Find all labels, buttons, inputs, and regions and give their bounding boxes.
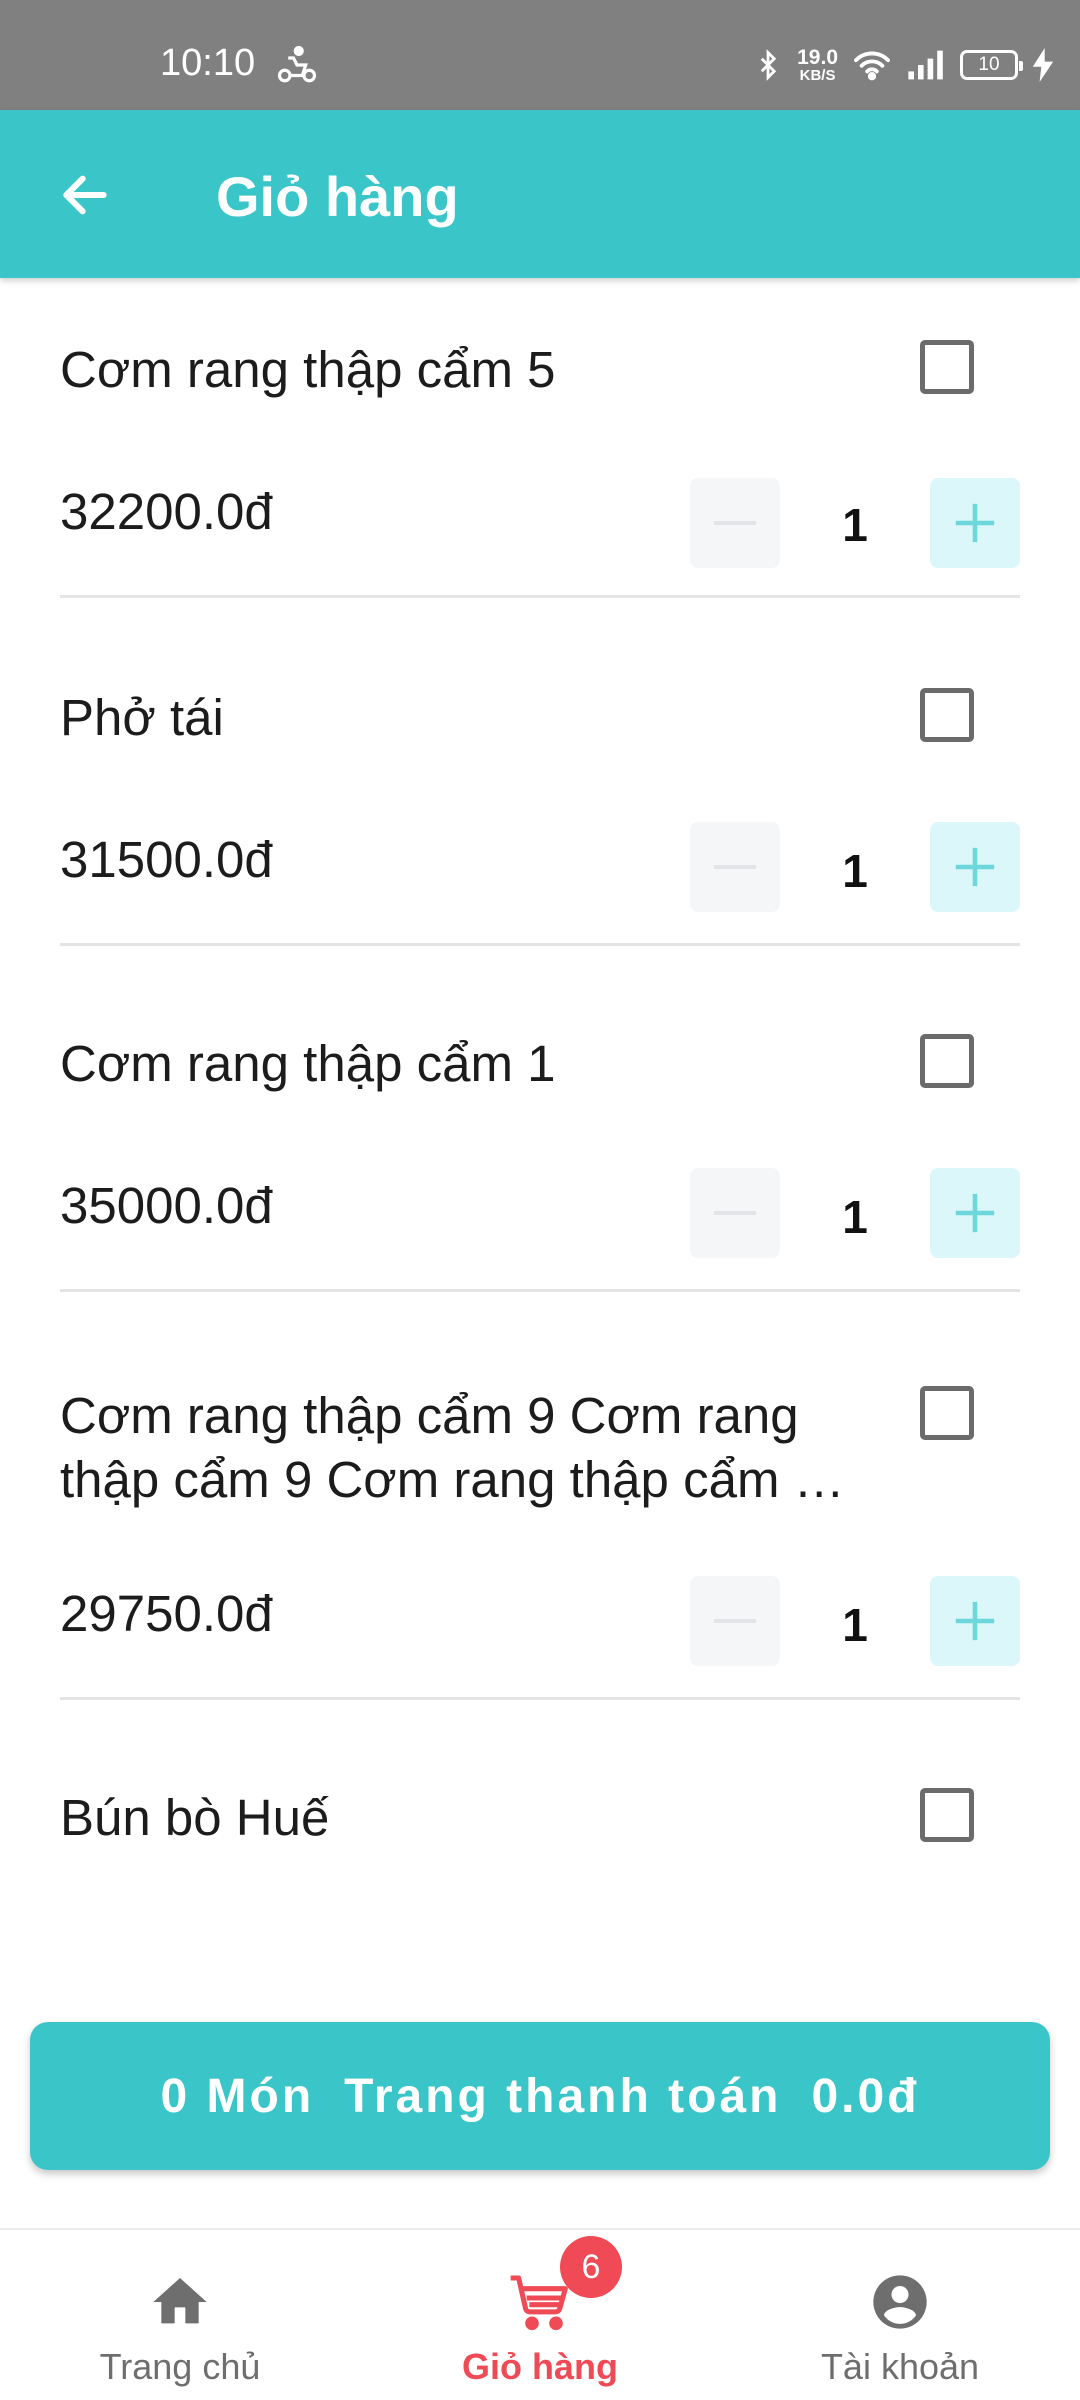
quantity-value: 1 bbox=[842, 1191, 868, 1243]
cart-item-name: Cơm rang thập cẩm 5 bbox=[60, 341, 556, 398]
minus-icon bbox=[714, 521, 756, 525]
increase-quantity-button[interactable] bbox=[930, 478, 1020, 568]
cart-item-price: 29750.0đ bbox=[60, 1585, 273, 1642]
checkout-button[interactable]: 0 Món Trang thanh toán 0.0đ bbox=[30, 2022, 1050, 2170]
minus-icon bbox=[714, 1211, 756, 1215]
plus-icon bbox=[955, 1193, 995, 1233]
minus-icon bbox=[714, 865, 756, 869]
cart-item: Bún bò Huế bbox=[60, 1728, 1020, 1928]
checkout-action-label: Trang thanh toán bbox=[344, 2069, 782, 2123]
decrease-quantity-button[interactable] bbox=[690, 1168, 780, 1258]
plus-icon bbox=[955, 1601, 995, 1641]
charging-icon bbox=[1032, 48, 1054, 82]
cart-item-name: Cơm rang thập cẩm 1 bbox=[60, 1035, 556, 1092]
battery-icon: 10 bbox=[960, 50, 1023, 80]
nav-label: Giỏ hàng bbox=[462, 2346, 618, 2387]
checkout-total: 0.0đ bbox=[811, 2069, 920, 2123]
cart-item-name: Bún bò Huế bbox=[60, 1789, 330, 1846]
cart-item-price: 35000.0đ bbox=[60, 1177, 273, 1234]
cart-item-checkbox[interactable] bbox=[920, 1034, 974, 1088]
network-speed-unit: KB/S bbox=[799, 67, 836, 84]
app-bar: Giỏ hàng bbox=[0, 110, 1080, 278]
nav-label: Trang chủ bbox=[99, 2346, 261, 2387]
nav-item-home[interactable]: Trang chủ bbox=[0, 2230, 360, 2400]
signal-icon bbox=[908, 50, 943, 80]
cart-item-name: Phở tái bbox=[60, 689, 224, 746]
back-button[interactable] bbox=[50, 160, 120, 230]
quantity-value: 1 bbox=[842, 499, 868, 551]
nav-label: Tài khoản bbox=[820, 2346, 980, 2387]
plus-icon bbox=[955, 847, 995, 887]
cart-item: Cơm rang thập cẩm 9 Cơm rang thập cẩm 9 … bbox=[60, 1320, 1020, 1700]
cart-item-checkbox[interactable] bbox=[920, 1788, 974, 1842]
cart-item-name: Cơm rang thập cẩm 9 Cơm rang thập cẩm 9 … bbox=[60, 1387, 845, 1508]
arrow-left-icon bbox=[63, 175, 107, 215]
battery-level: 10 bbox=[978, 54, 1000, 75]
decrease-quantity-button[interactable] bbox=[690, 1576, 780, 1666]
increase-quantity-button[interactable] bbox=[930, 822, 1020, 912]
cart-item-checkbox[interactable] bbox=[920, 688, 974, 742]
status-indicators: 19.0 KB/S 10 bbox=[753, 40, 1054, 90]
wifi-icon bbox=[854, 51, 890, 81]
increase-quantity-button[interactable] bbox=[930, 1576, 1020, 1666]
cart-item: Phở tái 31500.0đ 1 bbox=[60, 628, 1020, 946]
plus-icon bbox=[955, 503, 995, 543]
bluetooth-icon bbox=[760, 49, 777, 81]
cart-item-checkbox[interactable] bbox=[920, 340, 974, 394]
status-time: 10:10 bbox=[160, 42, 256, 84]
network-speed-value: 19.0 bbox=[797, 46, 838, 69]
decrease-quantity-button[interactable] bbox=[690, 822, 780, 912]
cart-item-price: 32200.0đ bbox=[60, 483, 273, 540]
quantity-value: 1 bbox=[842, 845, 868, 897]
increase-quantity-button[interactable] bbox=[930, 1168, 1020, 1258]
nav-item-cart[interactable]: 6 Giỏ hàng bbox=[360, 2230, 720, 2400]
delivery-scooter-icon bbox=[277, 45, 317, 83]
cart-item-price: 31500.0đ bbox=[60, 831, 273, 888]
cart-item: Cơm rang thập cẩm 1 35000.0đ 1 bbox=[60, 974, 1020, 1292]
nav-item-account[interactable]: Tài khoản bbox=[720, 2230, 1080, 2400]
cart-count-badge: 6 bbox=[560, 2236, 622, 2298]
checkout-item-count: 0 Món bbox=[160, 2069, 315, 2123]
minus-icon bbox=[714, 1619, 756, 1623]
cart-item: Cơm rang thập cẩm 5 32200.0đ 1 bbox=[60, 280, 1020, 598]
network-speed: 19.0 KB/S bbox=[797, 47, 838, 83]
cart-item-checkbox[interactable] bbox=[920, 1386, 974, 1440]
bottom-navigation: Trang chủ 6 Giỏ hàng Tài khoản bbox=[0, 2228, 1080, 2400]
status-bar: 10:10 19.0 KB/S 10 bbox=[0, 0, 1080, 110]
quantity-value: 1 bbox=[842, 1599, 868, 1651]
home-icon bbox=[153, 2278, 207, 2324]
account-icon bbox=[873, 2275, 927, 2329]
decrease-quantity-button[interactable] bbox=[690, 478, 780, 568]
page-title: Giỏ hàng bbox=[216, 165, 459, 228]
